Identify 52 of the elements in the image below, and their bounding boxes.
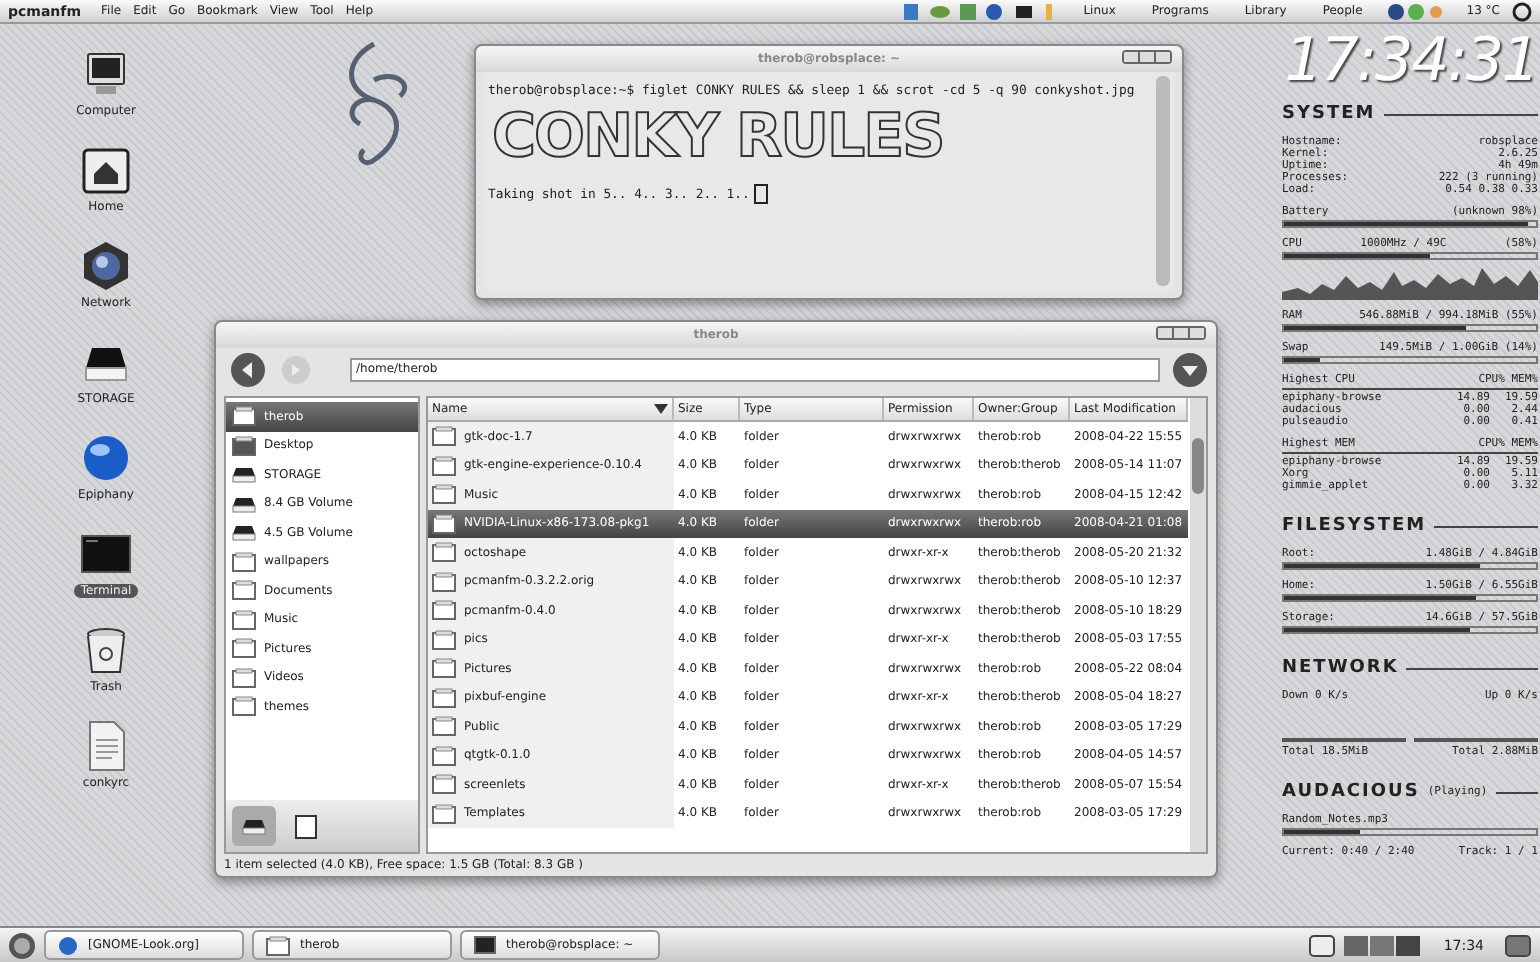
home-icon [80,144,132,196]
document-icon [292,812,320,840]
window-controls[interactable] [1156,326,1206,340]
power-icon[interactable] [1512,1,1532,21]
banner-text: CONKY RULES [492,104,946,172]
folder-icon [432,658,456,679]
folder-icon [232,580,256,601]
section-heading: AUDACIOUS [1282,782,1420,802]
folder-icon [232,551,256,572]
menu-button[interactable] [1172,352,1208,388]
devices-tab[interactable] [232,806,276,846]
drive-icon [242,816,266,836]
drive-icon [232,522,256,543]
folder-icon [232,638,256,659]
terminal-icon [474,936,496,954]
clock-display: 17:34:31 [1282,28,1538,96]
folder-icon [232,609,256,630]
scrollbar[interactable] [1156,76,1170,286]
folder-icon [432,803,456,824]
folder-icon [432,542,456,563]
folder-icon [432,455,456,476]
workspace-switcher-drawing[interactable] [1343,933,1424,957]
section-heading: SYSTEM [1282,104,1376,124]
sort-arrow-icon [654,404,668,414]
globe-badge-icon [80,240,132,292]
section-heading: NETWORK [1282,658,1399,678]
folder-icon [432,629,456,650]
desktop-icon [232,435,256,456]
home-folder-icon [232,406,256,427]
monitor-icon[interactable] [1504,933,1532,957]
globe-icon [58,935,78,955]
folder-icon [432,571,456,592]
folder-icon [432,426,456,447]
folder-icon [266,935,290,955]
globe-icon [79,432,132,484]
folder-icon [432,745,456,766]
folder-icon [432,484,456,505]
drive-icon [232,493,256,514]
show-desktop-icon[interactable] [1307,933,1336,957]
folder-icon [432,687,456,708]
window-controls[interactable] [1122,50,1172,64]
scrollbar[interactable] [1190,398,1206,852]
folder-icon [432,513,456,534]
start-button[interactable] [8,931,36,959]
folder-icon [432,774,456,795]
drive-icon [232,464,256,485]
folder-icon [432,716,456,737]
back-button[interactable] [230,352,266,388]
folder-icon [232,696,256,717]
folder-icon [432,600,456,621]
folder-icon [232,667,256,688]
section-heading: FILESYSTEM [1282,516,1427,536]
